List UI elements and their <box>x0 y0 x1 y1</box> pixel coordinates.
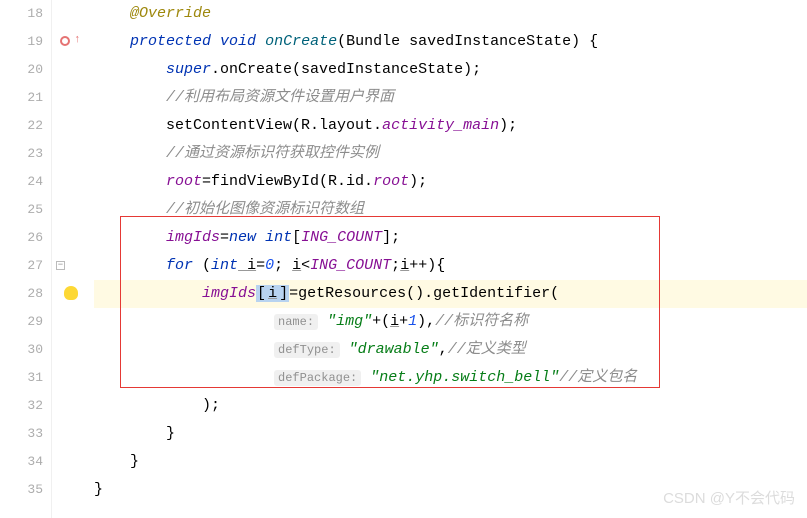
code-line[interactable]: super.onCreate(savedInstanceState); <box>94 56 807 84</box>
fold-toggle-icon[interactable]: − <box>56 261 65 270</box>
line-number: 33 <box>0 420 43 448</box>
code-line[interactable]: root=findViewById(R.id.root); <box>94 168 807 196</box>
code-line[interactable]: name: "img"+(i+1),//标识符名称 <box>94 308 807 336</box>
code-line[interactable]: defPackage: "net.yhp.switch_bell"//定义包名 <box>94 364 807 392</box>
line-number: 21 <box>0 84 43 112</box>
code-line[interactable]: } <box>94 420 807 448</box>
override-arrow-icon[interactable]: ↑ <box>74 34 81 46</box>
gutter-icons: ↑ − <box>52 0 90 518</box>
code-line[interactable]: setContentView(R.layout.activity_main); <box>94 112 807 140</box>
line-number: 27 <box>0 252 43 280</box>
line-number: 31 <box>0 364 43 392</box>
line-number: 25 <box>0 196 43 224</box>
override-gutter-icon[interactable] <box>60 36 70 46</box>
code-line[interactable]: //通过资源标识符获取控件实例 <box>94 140 807 168</box>
line-number: 29 <box>0 308 43 336</box>
line-number: 26 <box>0 224 43 252</box>
line-number: 35 <box>0 476 43 504</box>
code-line[interactable]: @Override <box>94 0 807 28</box>
code-area[interactable]: @Override protected void onCreate(Bundle… <box>90 0 807 518</box>
watermark: CSDN @Y不会代码 <box>663 487 795 508</box>
code-line[interactable]: //初始化图像资源标识符数组 <box>94 196 807 224</box>
line-number: 32 <box>0 392 43 420</box>
line-number: 20 <box>0 56 43 84</box>
code-line[interactable]: defType: "drawable",//定义类型 <box>94 336 807 364</box>
param-hint: defType: <box>274 342 340 358</box>
param-hint: name: <box>274 314 318 330</box>
line-number-gutter: 18 19 20 21 22 23 24 25 26 27 28 29 30 3… <box>0 0 52 518</box>
code-line[interactable]: for (int i=0; i<ING_COUNT;i++){ <box>94 252 807 280</box>
line-number: 18 <box>0 0 43 28</box>
code-line[interactable]: imgIds=new int[ING_COUNT]; <box>94 224 807 252</box>
code-line[interactable]: ); <box>94 392 807 420</box>
code-line[interactable]: //利用布局资源文件设置用户界面 <box>94 84 807 112</box>
line-number: 24 <box>0 168 43 196</box>
line-number: 19 <box>0 28 43 56</box>
line-number: 28 <box>0 280 43 308</box>
intention-bulb-icon[interactable] <box>64 286 78 300</box>
line-number: 30 <box>0 336 43 364</box>
code-line-active[interactable]: imgIds[i]=getResources().getIdentifier( <box>94 280 807 308</box>
code-editor: 18 19 20 21 22 23 24 25 26 27 28 29 30 3… <box>0 0 807 518</box>
code-line[interactable]: protected void onCreate(Bundle savedInst… <box>94 28 807 56</box>
line-number: 23 <box>0 140 43 168</box>
line-number: 22 <box>0 112 43 140</box>
param-hint: defPackage: <box>274 370 361 386</box>
code-line[interactable]: } <box>94 448 807 476</box>
line-number: 34 <box>0 448 43 476</box>
